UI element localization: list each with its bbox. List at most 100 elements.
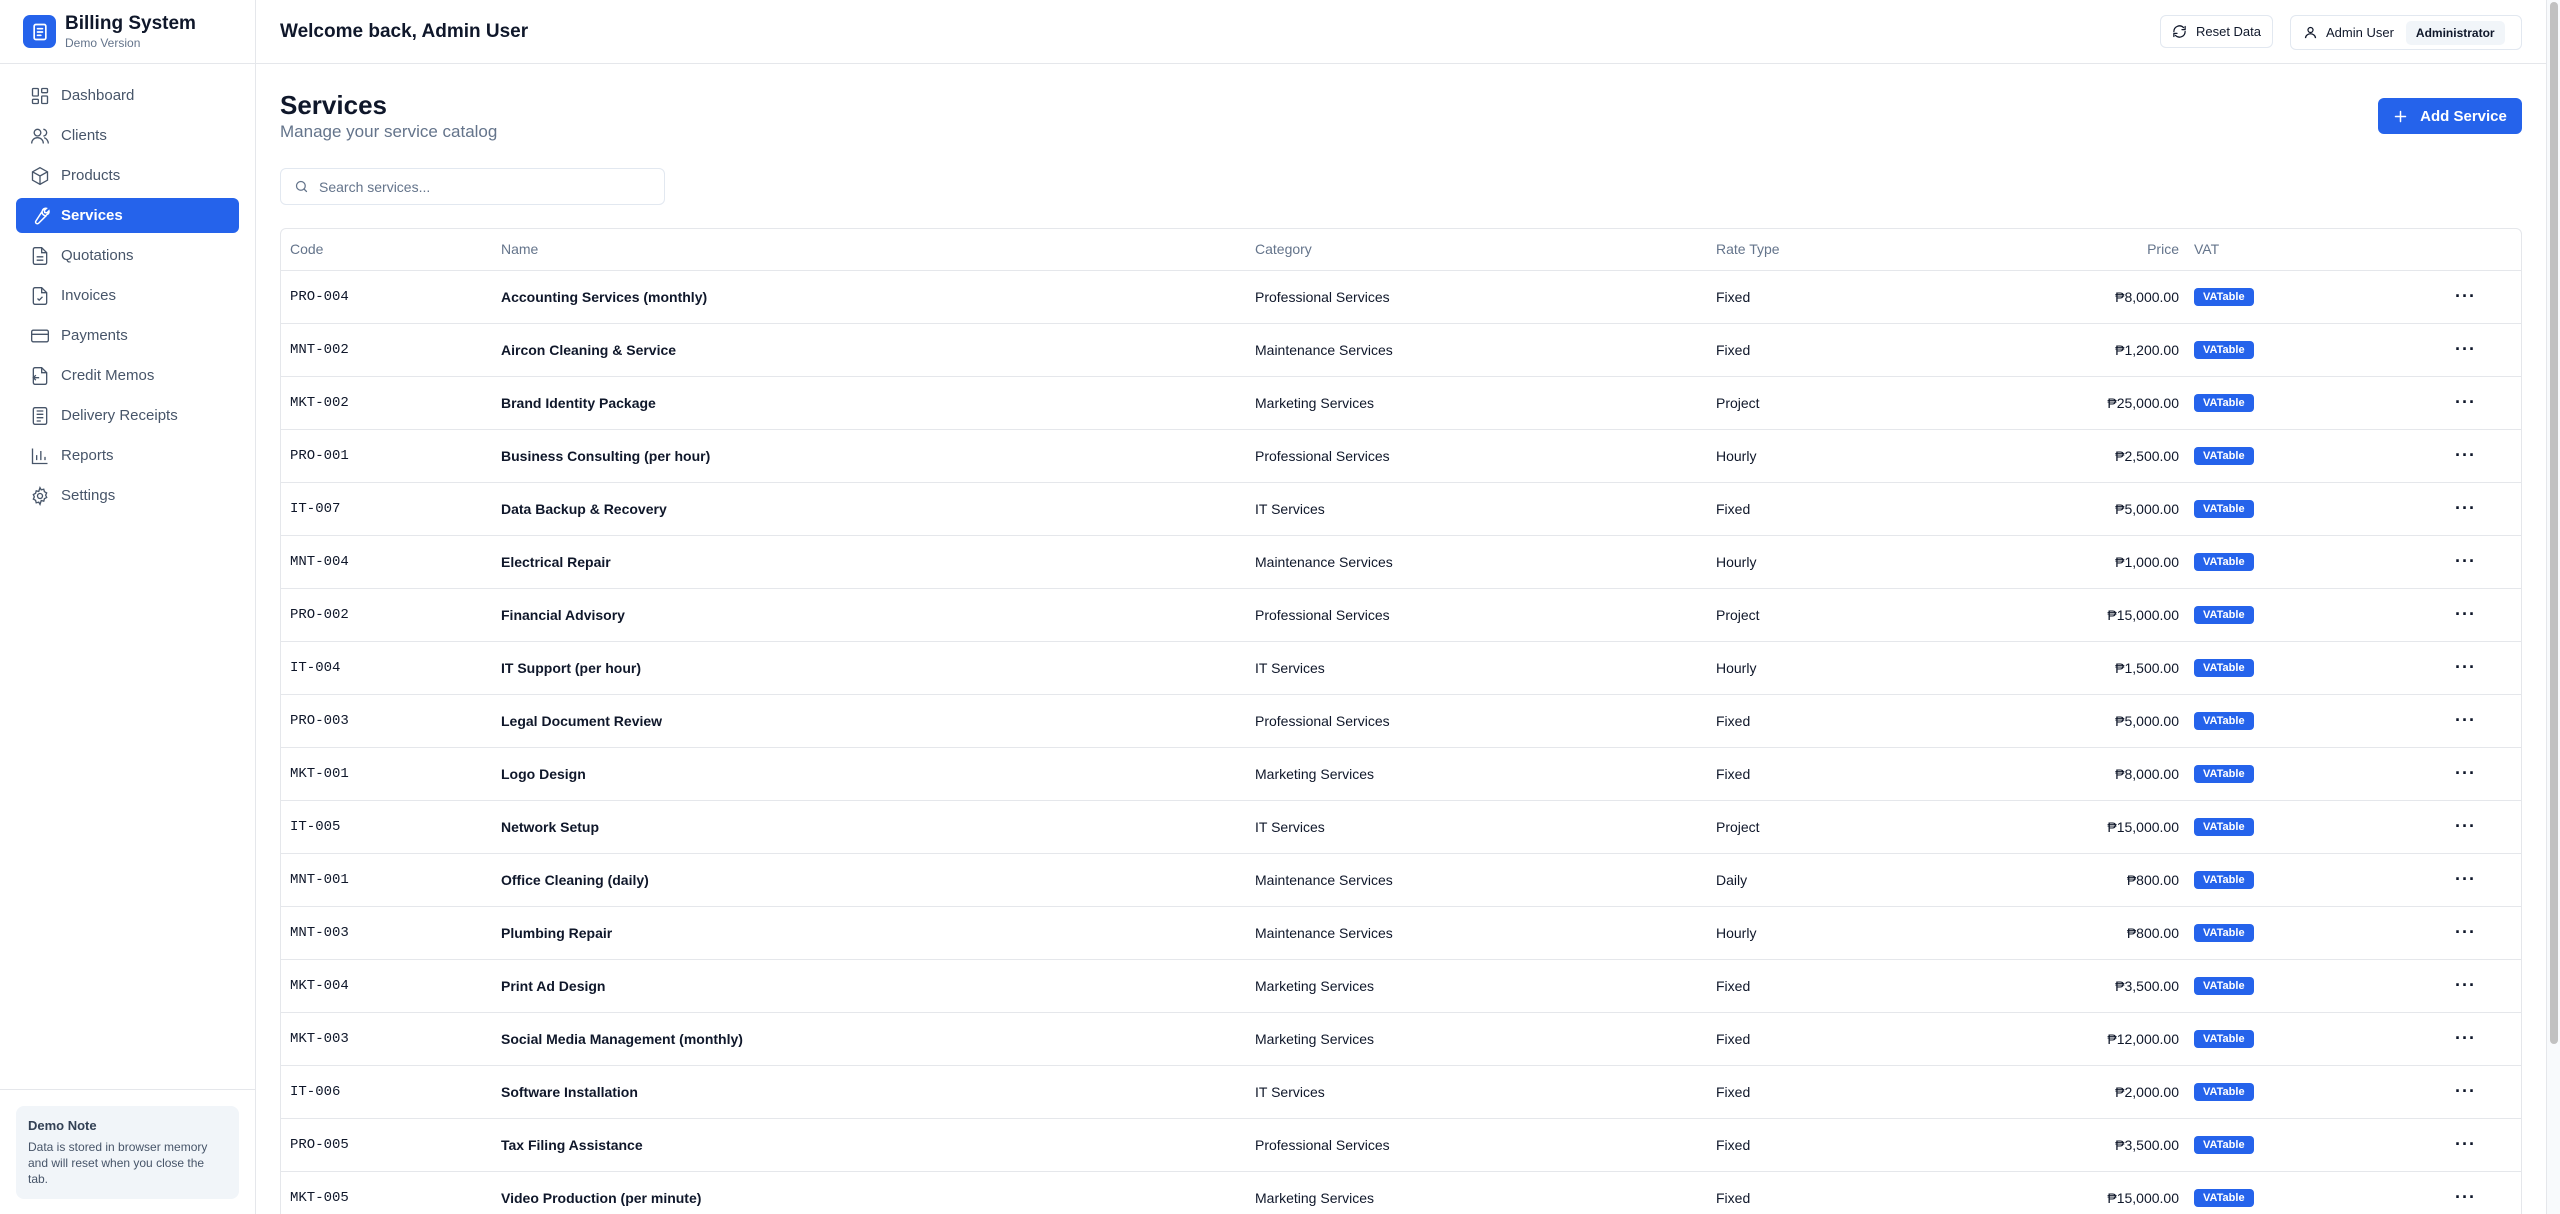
- page-scrollbar[interactable]: [2546, 0, 2560, 1214]
- cell-rate-type: Fixed: [1716, 341, 1751, 358]
- table-row[interactable]: MNT-001 Office Cleaning (daily) Maintenanc…: [281, 853, 2521, 906]
- more-actions-icon[interactable]: ···: [2455, 976, 2476, 994]
- add-service-button[interactable]: Add Service: [2378, 98, 2522, 134]
- table-row[interactable]: PRO-003 Legal Document Review Professional…: [281, 694, 2521, 747]
- cell-price: ₱3,500.00: [2115, 1136, 2179, 1153]
- cell-vat: VATable: [2194, 376, 2408, 429]
- sidebar-item-invoices[interactable]: Invoices: [16, 278, 239, 313]
- file-check-icon: [32, 286, 48, 305]
- cell-actions: ···: [2408, 482, 2521, 535]
- table-row[interactable]: IT-005 Network Setup IT Services Project ₱15…: [281, 800, 2521, 853]
- cell-code: IT-007: [290, 500, 341, 517]
- sidebar-item-credit-memos[interactable]: Credit Memos: [16, 358, 239, 393]
- cell-rate-type: Fixed: [1716, 1189, 1751, 1206]
- cell-actions: ···: [2408, 376, 2521, 429]
- demo-note-text: Data is stored in browser memory and wil…: [28, 1140, 208, 1186]
- reset-data-button[interactable]: Reset Data: [2160, 15, 2273, 48]
- more-actions-icon[interactable]: ···: [2455, 393, 2476, 411]
- sidebar-item-label: Clients: [61, 127, 107, 144]
- cell-category: Professional Services: [1255, 288, 1390, 305]
- table-row[interactable]: IT-007 Data Backup & Recovery IT Services F…: [281, 482, 2521, 535]
- table-row[interactable]: PRO-004 Accounting Services (monthly) Prof…: [281, 270, 2521, 323]
- sidebar-item-delivery-receipts[interactable]: Delivery Receipts: [16, 398, 239, 433]
- users-icon: [31, 128, 49, 144]
- refresh-icon: [2173, 25, 2186, 38]
- vat-badge: VATable: [2194, 659, 2254, 677]
- sidebar-item-label: Products: [61, 167, 121, 184]
- column-header-price[interactable]: Price: [1967, 229, 2194, 271]
- more-actions-icon[interactable]: ···: [2455, 870, 2476, 888]
- more-actions-icon[interactable]: ···: [2455, 817, 2476, 835]
- column-header-code[interactable]: Code: [281, 229, 501, 271]
- table-row[interactable]: MNT-004 Electrical Repair Maintenance Serv…: [281, 535, 2521, 588]
- cell-vat: VATable: [2194, 906, 2408, 959]
- column-header-name[interactable]: Name: [501, 229, 1255, 271]
- scrollbar-thumb[interactable]: [2550, 2, 2558, 1044]
- table-row[interactable]: PRO-005 Tax Filing Assistance Professional…: [281, 1118, 2521, 1171]
- cell-name: Legal Document Review: [501, 712, 663, 729]
- cell-rate-type: Fixed: [1716, 288, 1751, 305]
- cell-rate-type: Fixed: [1716, 1136, 1751, 1153]
- more-actions-icon[interactable]: ···: [2455, 499, 2476, 517]
- column-header-category[interactable]: Category: [1255, 229, 1716, 271]
- search-input[interactable]: [319, 178, 649, 195]
- cell-vat: VATable: [2194, 694, 2408, 747]
- more-actions-icon[interactable]: ···: [2455, 605, 2476, 623]
- cell-rate-type: Fixed: [1716, 500, 1751, 517]
- cell-category: IT Services: [1255, 818, 1325, 835]
- sidebar-item-label: Settings: [61, 487, 116, 504]
- sidebar-item-quotations[interactable]: Quotations: [16, 238, 239, 273]
- cell-category: Marketing Services: [1255, 394, 1375, 411]
- more-actions-icon[interactable]: ···: [2455, 340, 2476, 358]
- user-menu-button[interactable]: Admin User Administrator: [2290, 15, 2522, 50]
- vat-badge: VATable: [2194, 1083, 2254, 1101]
- sidebar-item-products[interactable]: Products: [16, 158, 239, 193]
- sidebar-item-settings[interactable]: Settings: [16, 478, 239, 513]
- reset-data-label: Reset Data: [2195, 24, 2262, 39]
- demo-note: Demo Note Data is stored in browser memo…: [0, 1089, 255, 1214]
- column-header-vat[interactable]: VAT: [2194, 229, 2408, 271]
- cell-name: Network Setup: [501, 818, 600, 835]
- cell-code: IT-004: [290, 659, 341, 676]
- more-actions-icon[interactable]: ···: [2455, 552, 2476, 570]
- sidebar-item-payments[interactable]: Payments: [16, 318, 239, 353]
- cell-code: PRO-001: [290, 447, 349, 464]
- more-actions-icon[interactable]: ···: [2455, 1135, 2476, 1153]
- cell-actions: ···: [2408, 588, 2521, 641]
- table-row[interactable]: PRO-002 Financial Advisory Professional Se…: [281, 588, 2521, 641]
- sidebar-item-dashboard[interactable]: Dashboard: [16, 78, 239, 113]
- table-row[interactable]: PRO-001 Business Consulting (per hour) Pro…: [281, 429, 2521, 482]
- cell-code: PRO-005: [290, 1136, 349, 1153]
- table-row[interactable]: MNT-003 Plumbing Repair Maintenance Servic…: [281, 906, 2521, 959]
- more-actions-icon[interactable]: ···: [2455, 287, 2476, 305]
- more-actions-icon[interactable]: ···: [2455, 1029, 2476, 1047]
- table-row[interactable]: MNT-002 Aircon Cleaning & Service Maintena…: [281, 323, 2521, 376]
- cell-rate-type: Fixed: [1716, 977, 1751, 994]
- table-row[interactable]: MKT-003 Social Media Management (monthly)…: [281, 1012, 2521, 1065]
- search-icon: [295, 180, 308, 193]
- gear-icon: [32, 485, 48, 506]
- cell-price: ₱800.00: [2126, 871, 2179, 888]
- sidebar-item-services[interactable]: Services: [16, 198, 239, 233]
- more-actions-icon[interactable]: ···: [2455, 658, 2476, 676]
- more-actions-icon[interactable]: ···: [2455, 923, 2476, 941]
- more-actions-icon[interactable]: ···: [2455, 446, 2476, 464]
- cell-category: Professional Services: [1255, 606, 1390, 623]
- more-actions-icon[interactable]: ···: [2455, 764, 2476, 782]
- table-row[interactable]: IT-006 Software Installation IT Services Fi…: [281, 1065, 2521, 1118]
- table-row[interactable]: MKT-005 Video Production (per minute) Mark…: [281, 1171, 2521, 1214]
- table-row[interactable]: MKT-002 Brand Identity Package Marketing S…: [281, 376, 2521, 429]
- more-actions-icon[interactable]: ···: [2455, 1082, 2476, 1100]
- credit-card-icon: [31, 329, 49, 342]
- more-actions-icon[interactable]: ···: [2455, 1188, 2476, 1206]
- table-row[interactable]: MKT-004 Print Ad Design Marketing Services…: [281, 959, 2521, 1012]
- cell-price: ₱12,000.00: [2107, 1030, 2179, 1047]
- table-row[interactable]: IT-004 IT Support (per hour) IT Services Ho…: [281, 641, 2521, 694]
- table-row[interactable]: MKT-001 Logo Design Marketing Services Fixe…: [281, 747, 2521, 800]
- file-minus-icon: [32, 366, 48, 385]
- sidebar-item-clients[interactable]: Clients: [16, 118, 239, 153]
- sidebar-item-reports[interactable]: Reports: [16, 438, 239, 473]
- brand: Billing System Demo Version: [0, 0, 255, 64]
- more-actions-icon[interactable]: ···: [2455, 711, 2476, 729]
- column-header-rate-type[interactable]: Rate Type: [1716, 229, 1967, 271]
